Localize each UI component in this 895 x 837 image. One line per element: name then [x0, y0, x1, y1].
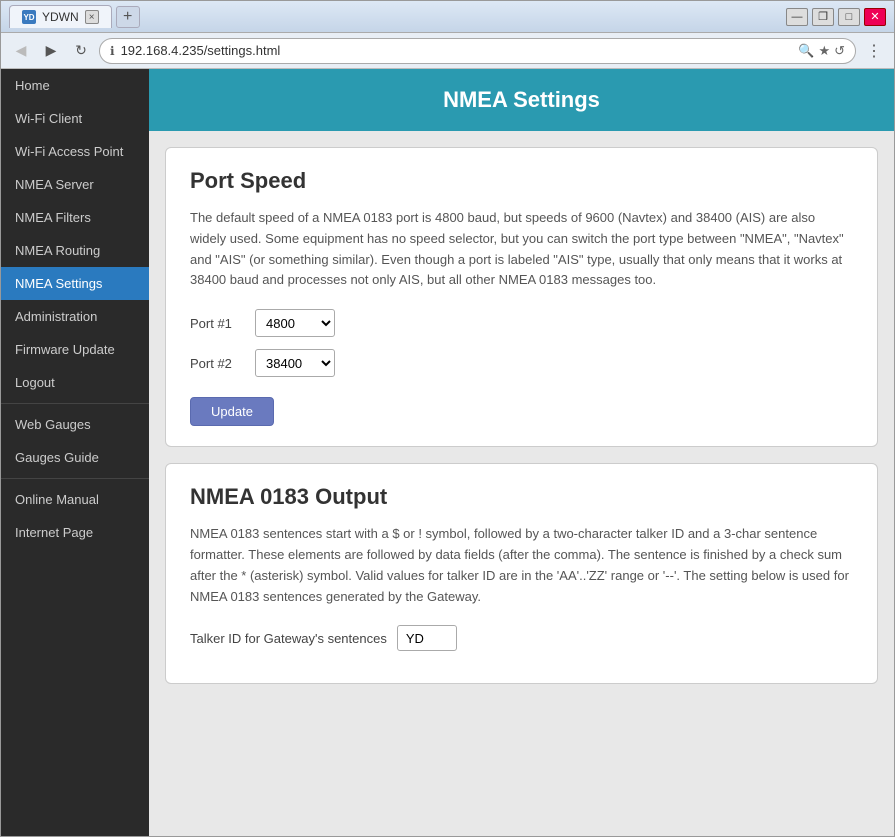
- content-area: Port Speed The default speed of a NMEA 0…: [149, 131, 894, 700]
- port1-label: Port #1: [190, 316, 245, 331]
- address-bar[interactable]: ℹ 192.168.4.235/settings.html 🔍 ★ ↺: [99, 38, 856, 64]
- refresh-button[interactable]: ↻: [69, 39, 93, 63]
- port2-row: Port #2 4800 9600 38400: [190, 349, 853, 377]
- talker-id-input[interactable]: [397, 625, 457, 651]
- main-content: NMEA Settings Port Speed The default spe…: [149, 69, 894, 836]
- talker-id-label: Talker ID for Gateway's sentences: [190, 631, 387, 646]
- nmea-output-description: NMEA 0183 sentences start with a $ or ! …: [190, 524, 853, 607]
- back-button[interactable]: ◀: [9, 39, 33, 63]
- sidebar-item-internet-page[interactable]: Internet Page: [1, 516, 149, 549]
- port1-row: Port #1 4800 9600 38400: [190, 309, 853, 337]
- sidebar-divider-1: [1, 403, 149, 404]
- sidebar-item-nmea-server[interactable]: NMEA Server: [1, 168, 149, 201]
- nmea-output-title: NMEA 0183 Output: [190, 484, 853, 510]
- maximize-button[interactable]: ❐: [812, 8, 834, 26]
- port-speed-title: Port Speed: [190, 168, 853, 194]
- page-title: NMEA Settings: [443, 87, 600, 112]
- nmea-output-card: NMEA 0183 Output NMEA 0183 sentences sta…: [165, 463, 878, 684]
- sidebar-item-nmea-routing[interactable]: NMEA Routing: [1, 234, 149, 267]
- sidebar: Home Wi-Fi Client Wi-Fi Access Point NME…: [1, 69, 149, 836]
- tab-close-button[interactable]: ×: [85, 10, 99, 24]
- profile-icon[interactable]: ↺: [834, 43, 845, 59]
- sidebar-item-nmea-settings[interactable]: NMEA Settings: [1, 267, 149, 300]
- port2-select[interactable]: 4800 9600 38400: [255, 349, 335, 377]
- sidebar-item-gauges-guide[interactable]: Gauges Guide: [1, 441, 149, 474]
- port-speed-update-button[interactable]: Update: [190, 397, 274, 426]
- sidebar-item-logout[interactable]: Logout: [1, 366, 149, 399]
- port-speed-description: The default speed of a NMEA 0183 port is…: [190, 208, 853, 291]
- sidebar-item-home[interactable]: Home: [1, 69, 149, 102]
- tab-favicon: YD: [22, 10, 36, 24]
- sidebar-divider-2: [1, 478, 149, 479]
- bookmark-icon[interactable]: ★: [818, 43, 830, 59]
- new-tab-button[interactable]: +: [116, 6, 140, 28]
- browser-tab[interactable]: YD YDWN ×: [9, 5, 112, 28]
- port-speed-card: Port Speed The default speed of a NMEA 0…: [165, 147, 878, 447]
- lock-icon: ℹ: [110, 44, 115, 58]
- sidebar-item-firmware-update[interactable]: Firmware Update: [1, 333, 149, 366]
- port2-label: Port #2: [190, 356, 245, 371]
- tab-title: YDWN: [42, 10, 79, 24]
- page-header: NMEA Settings: [149, 69, 894, 131]
- sidebar-item-online-manual[interactable]: Online Manual: [1, 483, 149, 516]
- title-bar: YD YDWN × + — ❐ □ ✕: [1, 1, 894, 33]
- forward-button[interactable]: ▶: [39, 39, 63, 63]
- window-controls: — ❐ □ ✕: [786, 8, 886, 26]
- talker-id-row: Talker ID for Gateway's sentences: [190, 625, 853, 651]
- sidebar-item-web-gauges[interactable]: Web Gauges: [1, 408, 149, 441]
- restore-button[interactable]: □: [838, 8, 860, 26]
- title-bar-left: YD YDWN × +: [9, 5, 140, 28]
- browser-content: Home Wi-Fi Client Wi-Fi Access Point NME…: [1, 69, 894, 836]
- sidebar-item-nmea-filters[interactable]: NMEA Filters: [1, 201, 149, 234]
- port1-select[interactable]: 4800 9600 38400: [255, 309, 335, 337]
- browser-menu-button[interactable]: ⋮: [862, 39, 886, 63]
- minimize-button[interactable]: —: [786, 8, 808, 26]
- sidebar-item-wifi-client[interactable]: Wi-Fi Client: [1, 102, 149, 135]
- nav-bar: ◀ ▶ ↻ ℹ 192.168.4.235/settings.html 🔍 ★ …: [1, 33, 894, 69]
- browser-window: YD YDWN × + — ❐ □ ✕ ◀ ▶ ↻ ℹ 192.168.4.23…: [0, 0, 895, 837]
- address-icons: 🔍 ★ ↺: [798, 43, 845, 59]
- sidebar-item-administration[interactable]: Administration: [1, 300, 149, 333]
- close-button[interactable]: ✕: [864, 8, 886, 26]
- search-icon[interactable]: 🔍: [798, 43, 814, 59]
- sidebar-item-wifi-ap[interactable]: Wi-Fi Access Point: [1, 135, 149, 168]
- address-text: 192.168.4.235/settings.html: [121, 43, 793, 58]
